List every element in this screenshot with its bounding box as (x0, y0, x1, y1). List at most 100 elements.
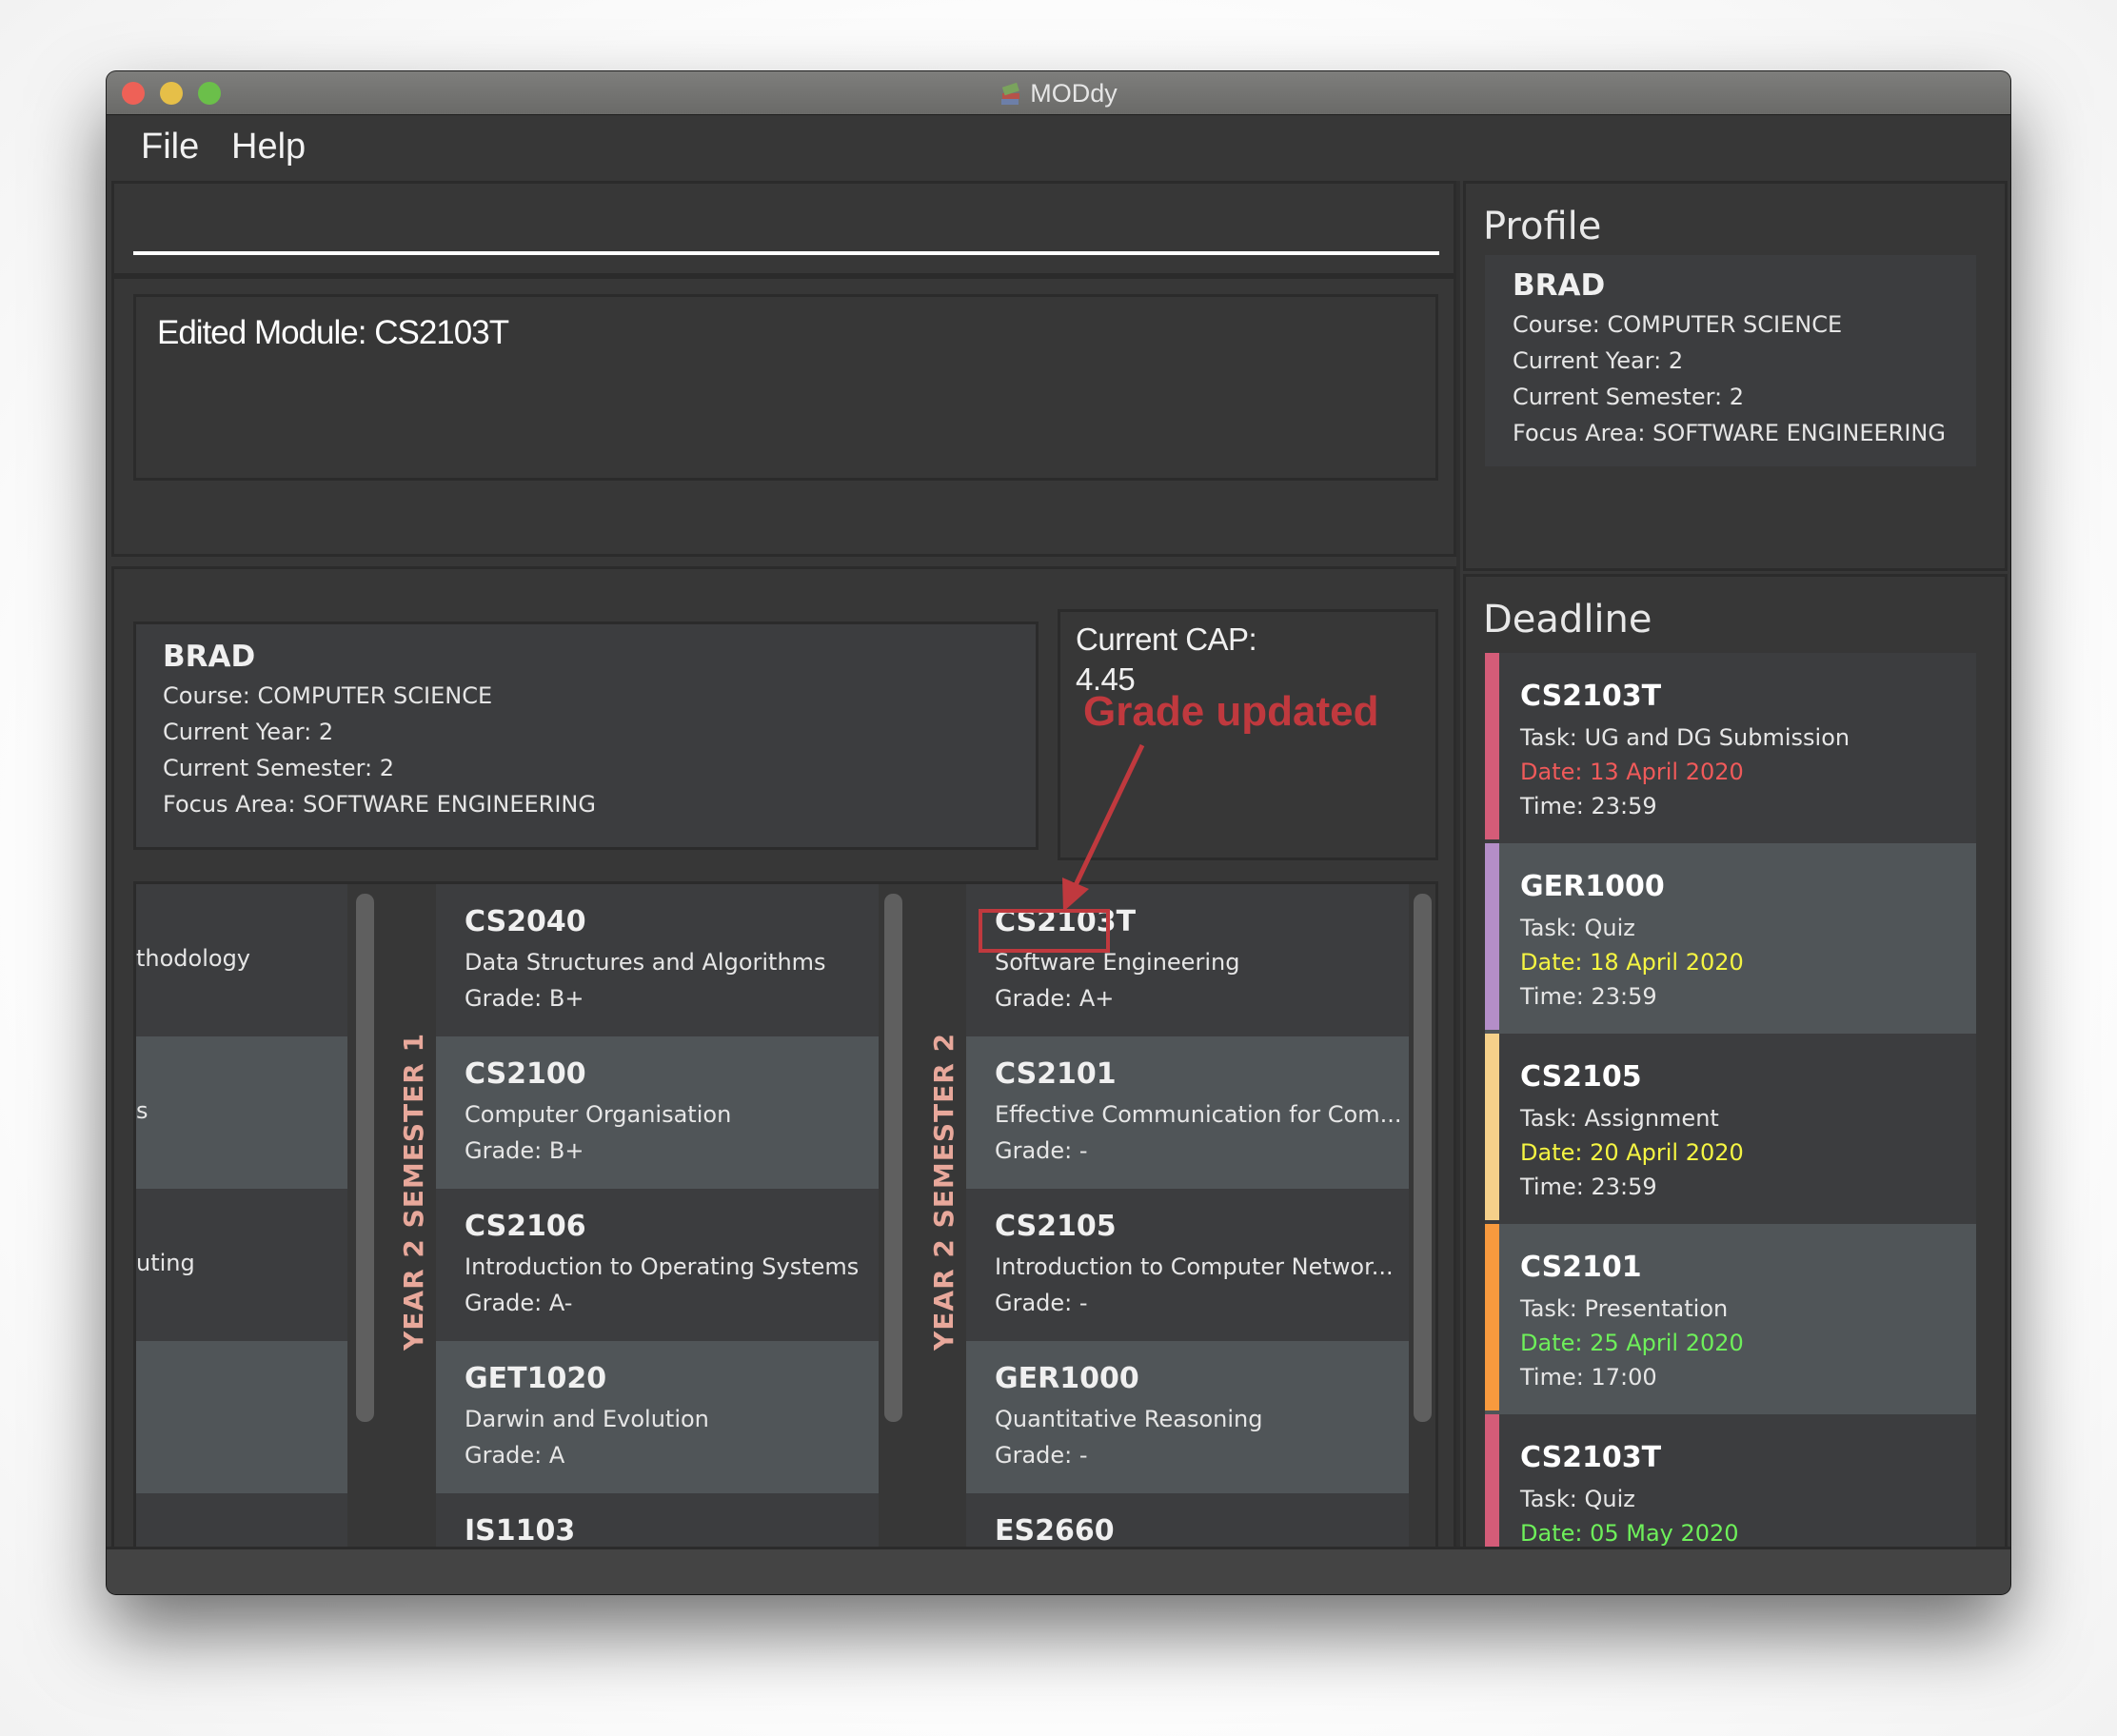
profile-focus-area: Focus Area: SOFTWARE ENGINEERING (163, 791, 596, 818)
module-code: GET1020 (465, 1362, 607, 1395)
deadline-module-code: CS2103T (1520, 680, 1662, 713)
deadline-module-code: CS2105 (1520, 1060, 1642, 1094)
module-grade: Grade: A+ (995, 985, 1115, 1012)
deadline-date: Date: 13 April 2020 (1520, 759, 1744, 785)
books-icon (1001, 82, 1020, 105)
deadline-task: Task: Quiz (1520, 1486, 1635, 1512)
profile-summary-card: BRAD Course: COMPUTER SCIENCE Current Ye… (133, 621, 1039, 850)
module-code: GER1000 (995, 1362, 1139, 1395)
module-grade: Grade: A (465, 1442, 565, 1469)
deadline-time: Time: 23:59 (1520, 1174, 1657, 1200)
profile-focus-area: Focus Area: SOFTWARE ENGINEERING (1513, 420, 1946, 446)
module-title: s (136, 1097, 148, 1124)
annotation-highlight-box (979, 909, 1110, 953)
profile-name: BRAD (1513, 268, 1606, 303)
module-card[interactable]: CS2100 Computer Organisation Grade: B+ (436, 1036, 879, 1189)
deadline-date: Date: 18 April 2020 (1520, 949, 1744, 976)
module-card[interactable]: thodology (136, 884, 347, 1036)
module-title: Introduction to Computer Networ... (995, 1253, 1394, 1280)
module-grade: Grade: B+ (465, 985, 584, 1012)
module-card[interactable]: CS2103T Software Engineering Grade: A+ (966, 884, 1409, 1036)
window-title-text: MODdy (1030, 79, 1118, 108)
module-card[interactable]: GER1000 Quantitative Reasoning Grade: - (966, 1341, 1409, 1493)
deadline-item[interactable]: CS2101 Task: Presentation Date: 25 April… (1485, 1224, 1976, 1414)
command-box-panel (111, 181, 1456, 276)
command-input[interactable] (133, 193, 1439, 255)
module-code: CS2040 (465, 905, 586, 938)
module-grade: Grade: - (995, 1442, 1088, 1469)
module-title: Data Structures and Algorithms (465, 949, 826, 976)
module-title: thodology (136, 945, 251, 972)
module-grade: Grade: - (995, 1290, 1088, 1316)
semester-column-y2s1: CS2040 Data Structures and Algorithms Gr… (436, 884, 879, 1562)
module-title: Darwin and Evolution (465, 1406, 709, 1432)
deadline-panel: Deadline CS2103T Task: UG and DG Submiss… (1463, 574, 2008, 1594)
menu-file[interactable]: File (141, 127, 199, 168)
module-title: Software Engineering (995, 949, 1240, 976)
module-title: Introduction to Operating Systems (465, 1253, 860, 1280)
deadline-date: Date: 25 April 2020 (1520, 1330, 1744, 1356)
title-bar[interactable]: MODdy (107, 71, 2010, 115)
module-card[interactable]: uting (136, 1189, 347, 1341)
result-display-panel: Edited Module: CS2103T (111, 276, 1456, 557)
deadline-task: Task: Quiz (1520, 915, 1635, 941)
semester-label: YEAR 2 SEMESTER 1 (398, 1032, 429, 1351)
deadline-time: Time: 23:59 (1520, 983, 1657, 1010)
module-code: ES2660 (995, 1514, 1115, 1548)
profile-course: Course: COMPUTER SCIENCE (1513, 311, 1843, 338)
deadline-task: Task: Presentation (1520, 1295, 1729, 1322)
module-code: CS2106 (465, 1210, 586, 1243)
profile-semester: Current Semester: 2 (163, 755, 395, 781)
deadline-item[interactable]: CS2105 Task: Assignment Date: 20 April 2… (1485, 1034, 1976, 1224)
status-bar (107, 1547, 2010, 1594)
module-grade: Grade: B+ (465, 1137, 584, 1164)
module-code: CS2100 (465, 1057, 586, 1091)
deadline-time: Time: 17:00 (1520, 1364, 1657, 1391)
module-card[interactable]: s (136, 1036, 347, 1189)
deadline-module-code: CS2103T (1520, 1441, 1662, 1474)
annotation-label: Grade updated (1083, 688, 1379, 735)
profile-year: Current Year: 2 (1513, 347, 1684, 374)
deadline-module-code: CS2101 (1520, 1251, 1642, 1284)
profile-year: Current Year: 2 (163, 719, 334, 745)
result-display: Edited Module: CS2103T (133, 294, 1438, 481)
deadline-date: Date: 20 April 2020 (1520, 1139, 1744, 1166)
module-card[interactable]: CS2040 Data Structures and Algorithms Gr… (436, 884, 879, 1036)
module-title: Computer Organisation (465, 1101, 732, 1128)
deadline-task: Task: Assignment (1520, 1105, 1719, 1132)
module-code: IS1103 (465, 1514, 576, 1548)
profile-heading: Profile (1483, 205, 1602, 248)
semester-label: YEAR 2 SEMESTER 2 (928, 1032, 960, 1351)
deadline-module-code: GER1000 (1520, 870, 1665, 903)
module-title: uting (136, 1250, 195, 1276)
deadline-item[interactable]: CS2103T Task: UG and DG Submission Date:… (1485, 653, 1976, 843)
deadline-list[interactable]: CS2103T Task: UG and DG Submission Date:… (1485, 653, 1976, 1594)
module-card[interactable]: CS2106 Introduction to Operating Systems… (436, 1189, 879, 1341)
vertical-scrollbar[interactable] (1414, 894, 1432, 1422)
deadline-heading: Deadline (1483, 598, 1652, 641)
menu-bar: File Help (107, 115, 2010, 181)
module-grade: Grade: - (995, 1137, 1088, 1164)
profile-course: Course: COMPUTER SCIENCE (163, 682, 493, 709)
vertical-scrollbar[interactable] (884, 894, 902, 1422)
result-message: Edited Module: CS2103T (157, 314, 509, 351)
module-card[interactable]: CS2105 Introduction to Computer Networ..… (966, 1189, 1409, 1341)
column-divider[interactable] (1456, 181, 1460, 1594)
window-title: MODdy (107, 79, 2010, 108)
module-title: Quantitative Reasoning (995, 1406, 1263, 1432)
deadline-item[interactable]: GER1000 Task: Quiz Date: 18 April 2020 T… (1485, 843, 1976, 1034)
vertical-scrollbar[interactable] (356, 894, 374, 1422)
module-card[interactable]: CS2101 Effective Communication for Com..… (966, 1036, 1409, 1189)
deadline-color-tag (1485, 1224, 1499, 1410)
deadline-color-tag (1485, 843, 1499, 1030)
menu-help[interactable]: Help (231, 127, 306, 168)
module-grade: Grade: A- (465, 1290, 573, 1316)
module-card[interactable]: GET1020 Darwin and Evolution Grade: A (436, 1341, 879, 1493)
deadline-time: Time: 23:59 (1520, 793, 1657, 819)
deadline-date: Date: 05 May 2020 (1520, 1520, 1739, 1547)
semester-column-partial: thodology s uting (136, 884, 347, 1592)
module-card[interactable] (136, 1341, 347, 1493)
semester-modules-scrollpane[interactable]: thodology s uting YEAR 2 SEMESTER 1 CS20… (133, 881, 1438, 1594)
cap-label: Current CAP: (1076, 621, 1257, 657)
profile-semester: Current Semester: 2 (1513, 384, 1745, 410)
